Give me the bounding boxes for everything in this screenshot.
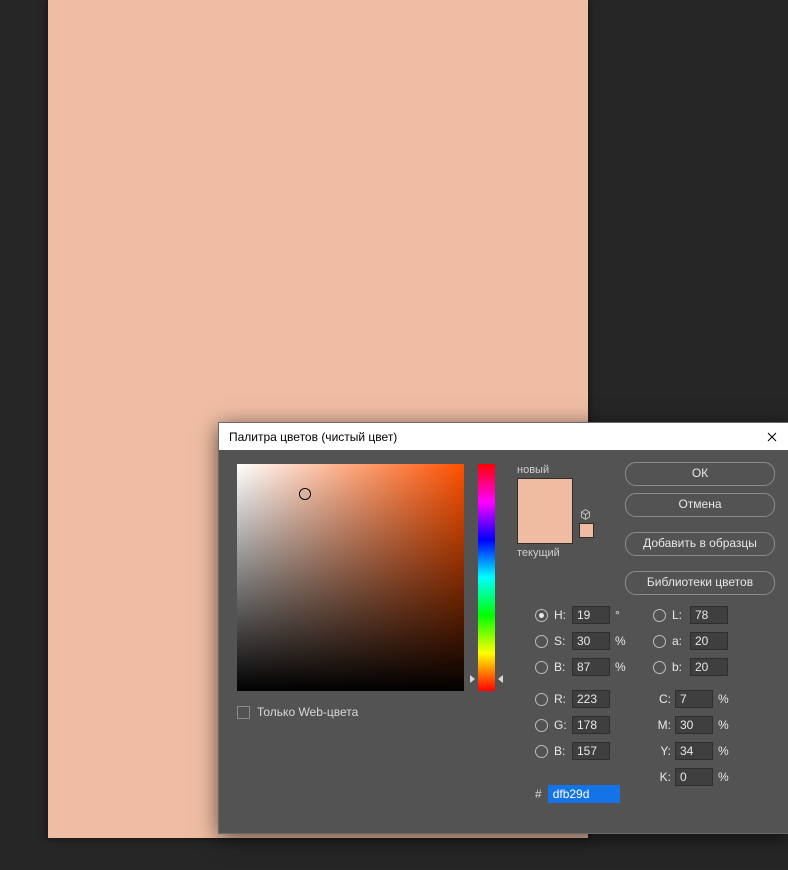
sv-picker[interactable] — [237, 464, 464, 691]
color-picker-dialog: Палитра цветов (чистый цвет) Только Web-… — [218, 422, 788, 834]
input-bl[interactable] — [572, 742, 610, 760]
row-h: H: ° — [535, 605, 627, 625]
row-bl: B: — [535, 741, 627, 761]
input-b[interactable] — [572, 658, 610, 676]
ok-button[interactable]: ОК — [625, 462, 775, 486]
label-k: K: — [653, 770, 671, 784]
close-button[interactable] — [755, 423, 788, 450]
label-m: M: — [653, 718, 671, 732]
unit-pct: % — [615, 660, 627, 674]
new-color-swatch[interactable] — [518, 479, 572, 511]
radio-b[interactable] — [535, 661, 548, 674]
add-to-swatches-button[interactable]: Добавить в образцы — [625, 532, 775, 556]
radio-r[interactable] — [535, 693, 548, 706]
row-y: Y:% — [653, 741, 745, 761]
radio-h[interactable] — [535, 609, 548, 622]
radio-a[interactable] — [653, 635, 666, 648]
radio-bl[interactable] — [535, 745, 548, 758]
web-colors-only-row: Только Web-цвета — [237, 705, 464, 719]
row-m: M:% — [653, 715, 745, 735]
nearest-web-color-swatch[interactable] — [579, 523, 594, 538]
current-color-label: текущий — [517, 547, 599, 559]
close-icon — [767, 432, 777, 442]
input-g[interactable] — [572, 716, 610, 734]
row-k: K:% — [653, 767, 745, 787]
input-hex[interactable] — [548, 785, 620, 803]
input-c[interactable] — [675, 690, 713, 708]
sv-cursor-icon — [299, 488, 311, 500]
row-g: G: — [535, 715, 627, 735]
dialog-titlebar[interactable]: Палитра цветов (чистый цвет) — [219, 423, 788, 450]
label-s: S: — [554, 634, 572, 648]
hue-slider[interactable] — [478, 464, 495, 691]
unit-pct: % — [615, 634, 627, 648]
color-value-fields: H: ° S:% B:% R: G: B: L: a: b: C:% M:% Y:… — [535, 605, 745, 787]
unit-pct: % — [718, 718, 730, 732]
unit-pct: % — [718, 744, 730, 758]
label-l: L: — [672, 608, 690, 622]
label-c: C: — [653, 692, 671, 706]
hash-label: # — [535, 787, 542, 801]
label-lab-b: b: — [672, 660, 690, 674]
new-color-label: новый — [517, 464, 599, 476]
current-color-swatch[interactable] — [518, 511, 572, 543]
hue-slider-column — [478, 464, 495, 719]
input-l[interactable] — [690, 606, 728, 624]
input-h[interactable] — [572, 606, 610, 624]
saturation-value-area: Только Web-цвета — [237, 464, 464, 719]
radio-l[interactable] — [653, 609, 666, 622]
input-s[interactable] — [572, 632, 610, 650]
input-lab-b[interactable] — [690, 658, 728, 676]
radio-g[interactable] — [535, 719, 548, 732]
dialog-buttons: ОК Отмена Добавить в образцы Библиотеки … — [625, 462, 775, 595]
input-y[interactable] — [675, 742, 713, 760]
row-lab-b: b: — [653, 657, 745, 677]
cancel-button[interactable]: Отмена — [625, 493, 775, 517]
hex-row: # — [535, 785, 620, 803]
label-a: a: — [672, 634, 690, 648]
row-c: C:% — [653, 689, 745, 709]
label-h: H: — [554, 608, 572, 622]
unit-deg: ° — [615, 608, 627, 622]
web-colors-checkbox[interactable] — [237, 706, 250, 719]
label-g: G: — [554, 718, 572, 732]
row-l: L: — [653, 605, 745, 625]
unit-pct: % — [718, 770, 730, 784]
cube-3d-icon — [579, 508, 592, 521]
row-b: B:% — [535, 657, 627, 677]
row-a: a: — [653, 631, 745, 651]
input-a[interactable] — [690, 632, 728, 650]
color-swatch-stack — [517, 478, 573, 544]
web-colors-label: Только Web-цвета — [257, 705, 358, 719]
unit-pct: % — [718, 692, 730, 706]
radio-lab-b[interactable] — [653, 661, 666, 674]
sv-gradient-black — [237, 464, 464, 691]
dialog-body: Только Web-цвета новый текущий ОК — [219, 450, 788, 733]
row-s: S:% — [535, 631, 627, 651]
col-hsb-rgb: H: ° S:% B:% R: G: B: — [535, 605, 627, 787]
row-r: R: — [535, 689, 627, 709]
label-r: R: — [554, 692, 572, 706]
input-r[interactable] — [572, 690, 610, 708]
input-k[interactable] — [675, 768, 713, 786]
dialog-title: Палитра цветов (чистый цвет) — [229, 430, 755, 444]
radio-s[interactable] — [535, 635, 548, 648]
label-bl: B: — [554, 744, 572, 758]
input-m[interactable] — [675, 716, 713, 734]
label-y: Y: — [653, 744, 671, 758]
color-libraries-button[interactable]: Библиотеки цветов — [625, 571, 775, 595]
label-b: B: — [554, 660, 572, 674]
col-lab-cmyk: L: a: b: C:% M:% Y:% K:% — [653, 605, 745, 787]
